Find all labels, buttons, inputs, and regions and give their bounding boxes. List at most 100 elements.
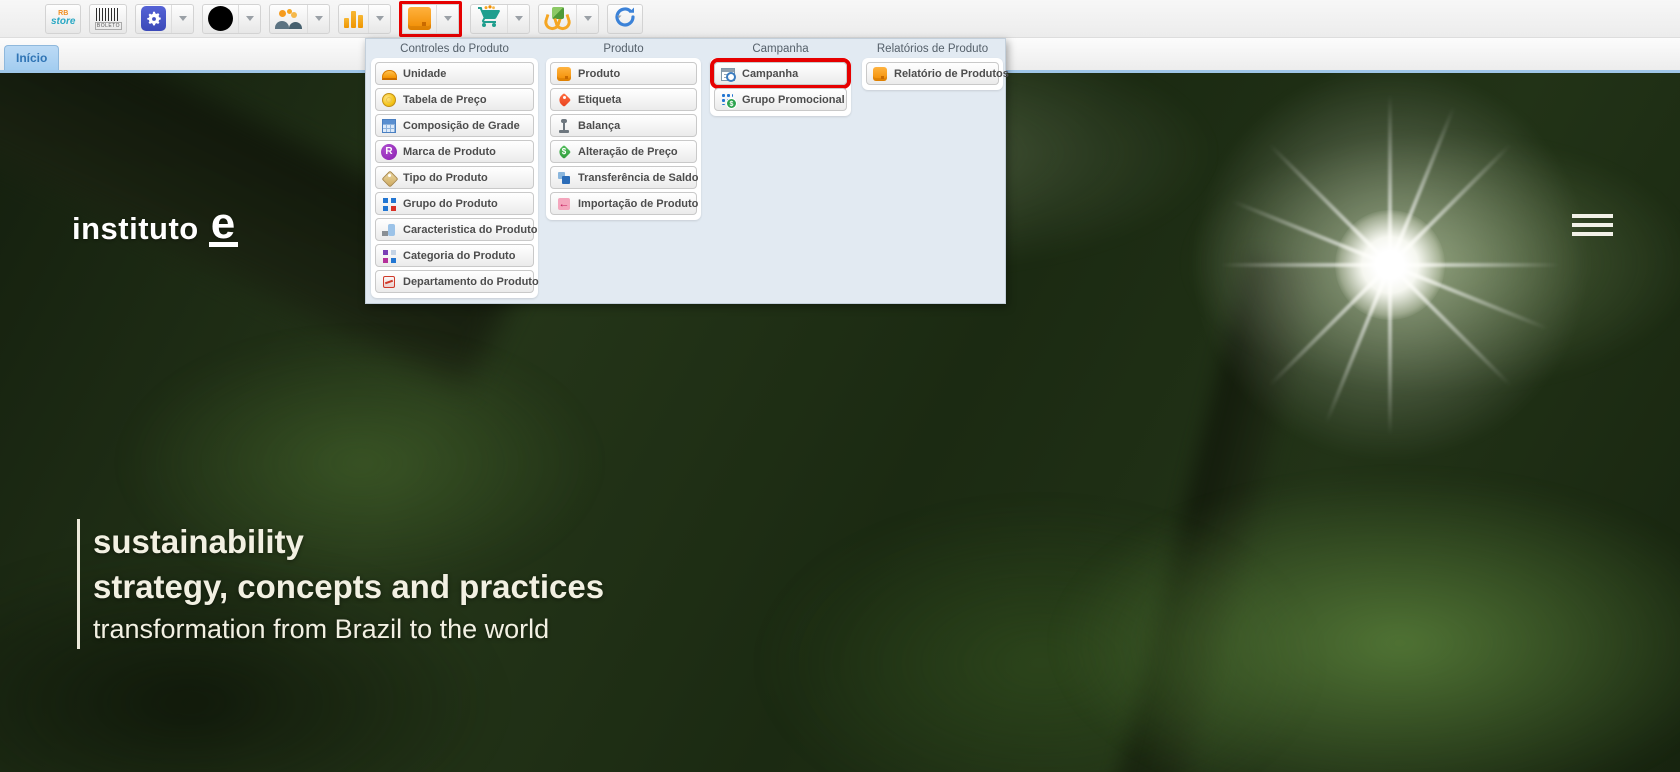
- menu-item-label: Transferência de Saldo: [578, 172, 698, 184]
- products-button[interactable]: [403, 5, 436, 33]
- tab-inicio[interactable]: Início: [4, 45, 59, 70]
- chevron-down-icon: [315, 16, 323, 21]
- dollar-glyph: $: [556, 144, 572, 160]
- account-button[interactable]: [203, 5, 238, 33]
- menu-item-unidade[interactable]: Unidade: [375, 62, 534, 85]
- menu-item-tipo-do-produto[interactable]: Tipo do Produto: [375, 166, 534, 189]
- menu-item-caracteristica-do-produto[interactable]: Caracteristica do Produto: [375, 218, 534, 241]
- delivery-button[interactable]: [539, 5, 576, 33]
- sales-dropdown-arrow[interactable]: [507, 5, 529, 33]
- menu-item-marca-de-produto[interactable]: R Marca de Produto: [375, 140, 534, 163]
- boleto-label: BOLETO: [95, 22, 122, 30]
- products-button-highlight: [399, 1, 462, 37]
- bar-chart-icon: [344, 10, 363, 28]
- label-tag-icon: [556, 92, 572, 108]
- menu-item-etiqueta[interactable]: Etiqueta: [550, 88, 697, 111]
- menu-column-header: Relatórios de Produto: [862, 41, 1003, 58]
- menu-item-relatorio-de-produtos[interactable]: Relatório de Produtos: [866, 62, 999, 85]
- delivery-dropdown-arrow[interactable]: [576, 5, 598, 33]
- boleto-button[interactable]: BOLETO: [90, 5, 126, 33]
- reports-dropdown-arrow[interactable]: [368, 5, 390, 33]
- menu-card: Produto Etiqueta Balança $ Alteração de …: [546, 58, 701, 220]
- menu-item-categoria-do-produto[interactable]: Categoria do Produto: [375, 244, 534, 267]
- barcode-icon: BOLETO: [95, 8, 121, 30]
- menu-item-label: Composição de Grade: [403, 120, 520, 132]
- price-change-icon: $: [556, 144, 572, 160]
- menu-item-transferencia-de-saldo[interactable]: Transferência de Saldo: [550, 166, 697, 189]
- menu-item-label: Caracteristica do Produto: [403, 224, 537, 236]
- registered-brand-icon: R: [381, 144, 397, 160]
- characteristic-icon: [381, 222, 397, 238]
- menu-item-tabela-de-preco[interactable]: Tabela de Preço: [375, 88, 534, 111]
- gear-icon: [141, 6, 166, 31]
- hands-cube-icon: [544, 7, 571, 31]
- menu-item-label: Alteração de Preço: [578, 146, 678, 158]
- chevron-down-icon: [444, 16, 452, 21]
- hamburger-menu-icon[interactable]: [1572, 214, 1613, 241]
- people-dropdown-arrow[interactable]: [307, 5, 329, 33]
- menu-item-balanca[interactable]: Balança: [550, 114, 697, 137]
- menu-column-relatorios: Relatórios de Produto Relatório de Produ…: [862, 41, 1003, 90]
- chevron-down-icon: [376, 16, 384, 21]
- menu-item-label: Tabela de Preço: [403, 94, 487, 106]
- logo-e-mark: e: [209, 207, 238, 247]
- menu-item-label: Campanha: [742, 68, 798, 80]
- store-logo-icon: RB store: [51, 10, 75, 27]
- group-squares-icon: [381, 196, 397, 212]
- department-icon: [381, 274, 397, 290]
- menu-item-campanha[interactable]: Campanha: [714, 62, 847, 85]
- unit-icon: [381, 66, 397, 82]
- chevron-down-icon: [246, 16, 254, 21]
- sales-button[interactable]: [471, 5, 507, 33]
- product-box-icon: [556, 66, 572, 82]
- menu-item-departamento-do-produto[interactable]: Departamento do Produto: [375, 270, 534, 293]
- toolbar-group-sales: [470, 4, 530, 34]
- toolbar-group-people: [269, 4, 330, 34]
- settings-dropdown-arrow[interactable]: [171, 5, 193, 33]
- hero-line-2: strategy, concepts and practices: [93, 564, 604, 609]
- barcode-bars: [96, 8, 120, 21]
- arrow-left-glyph: ←: [556, 196, 572, 212]
- toolbar-group-account: [202, 4, 261, 34]
- menu-item-produto[interactable]: Produto: [550, 62, 697, 85]
- chevron-down-icon: [584, 16, 592, 21]
- sun-flare: [1335, 210, 1445, 320]
- menu-item-composicao-de-grade[interactable]: Composição de Grade: [375, 114, 534, 137]
- hero-line-1: sustainability: [93, 519, 604, 564]
- menu-item-label: Marca de Produto: [403, 146, 496, 158]
- promo-group-icon: $: [720, 92, 736, 108]
- menu-item-label: Importação de Produto: [578, 198, 698, 210]
- refresh-button[interactable]: [608, 5, 642, 33]
- import-arrow-icon: ←: [556, 196, 572, 212]
- menu-item-alteracao-de-preco[interactable]: $ Alteração de Preço: [550, 140, 697, 163]
- toolbar-group-reports: [338, 4, 391, 34]
- report-box-icon: [872, 66, 888, 82]
- menu-card: Campanha $ Grupo Promocional: [710, 58, 851, 116]
- store-button[interactable]: RB store: [46, 5, 80, 33]
- menu-column-campanha: Campanha Campanha $ Grupo Promocional: [710, 41, 851, 116]
- store-logo-bottom: store: [51, 17, 75, 27]
- menu-item-grupo-promocional[interactable]: $ Grupo Promocional: [714, 88, 847, 111]
- products-dropdown-arrow[interactable]: [436, 5, 458, 33]
- menu-column-header: Campanha: [710, 41, 851, 58]
- menu-item-label: Grupo Promocional: [742, 94, 845, 106]
- logo-word: instituto: [72, 211, 199, 247]
- instituto-e-logo: instituto e: [72, 207, 238, 247]
- account-dropdown-arrow[interactable]: [238, 5, 260, 33]
- scale-icon: [556, 118, 572, 134]
- menu-card: Unidade Tabela de Preço Composição de Gr…: [371, 58, 538, 298]
- reports-button[interactable]: [339, 5, 368, 33]
- menu-card: Relatório de Produtos: [862, 58, 1003, 90]
- menu-item-label: Unidade: [403, 68, 446, 80]
- settings-button[interactable]: [136, 5, 171, 33]
- people-button[interactable]: [270, 5, 307, 33]
- menu-item-grupo-do-produto[interactable]: Grupo do Produto: [375, 192, 534, 215]
- toolbar-group-delivery: [538, 4, 599, 34]
- menu-item-label: Relatório de Produtos: [894, 68, 1009, 80]
- product-box-icon: [408, 7, 431, 30]
- transfer-icon: [556, 170, 572, 186]
- toolbar-group-settings: [135, 4, 194, 34]
- menu-item-label: Etiqueta: [578, 94, 621, 106]
- category-squares-icon: [381, 248, 397, 264]
- menu-item-importacao-de-produto[interactable]: ← Importação de Produto: [550, 192, 697, 215]
